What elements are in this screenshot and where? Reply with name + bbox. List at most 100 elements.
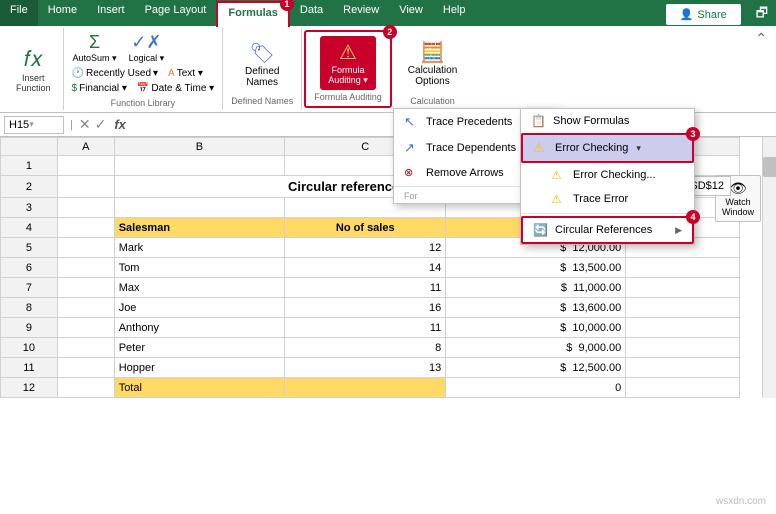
share-button[interactable]: 👤 Share [665,3,742,26]
clock-icon: 🕐 [72,68,84,79]
cell-sales-count[interactable]: 13 [285,358,446,378]
row-header: 11 [1,358,58,378]
cell-b1[interactable] [114,156,285,176]
row-header: 3 [1,198,58,218]
cell-salesman[interactable]: Anthony [114,318,285,338]
ribbon-tabs: File Home Insert Page Layout 1 Formulas … [0,0,776,26]
calculation-options-button[interactable]: 🧮 Calculation Options [402,32,463,94]
minimize-button[interactable]: 🗗 [748,0,776,26]
cell-salesman[interactable]: Hopper [114,358,285,378]
cell-total-value[interactable]: 0 [446,378,626,398]
cell-total-empty[interactable] [285,378,446,398]
ribbon-content: 𝑓𝑥 Insert Function Σ AutoSum ▾ ✓✗ Logica… [0,26,776,113]
row-col-header [1,138,58,156]
logical-button[interactable]: ✓✗ Logical ▾ [124,30,170,66]
text-button[interactable]: A Text ▾ [164,66,207,81]
table-row[interactable]: 10 Peter 8 $ 9,000.00 [1,338,740,358]
col-a-header[interactable]: A [57,138,114,156]
calendar-icon: 📅 [137,83,149,94]
formula-auditing-button[interactable]: ⚠ Formula Auditing ▾ [320,36,376,90]
cancel-button[interactable]: ✕ [79,116,91,133]
table-row[interactable]: 6 Tom 14 $ 13,500.00 [1,258,740,278]
table-row[interactable]: 12 Total 0 [1,378,740,398]
tab-file[interactable]: File [0,0,38,26]
cell-a2[interactable] [57,176,114,198]
confirm-button[interactable]: ✓ [95,116,107,133]
watermark: wsxdn.com [712,495,770,508]
cell-salesman[interactable]: Joe [114,298,285,318]
share-icon: 👤 [680,8,694,21]
show-formulas-item[interactable]: 📋 Show Formulas [521,109,694,133]
cell-total-label[interactable]: Total [114,378,285,398]
trace-error-item[interactable]: ⚠ Trace Error [521,187,694,211]
table-row[interactable]: 8 Joe 16 $ 13,600.00 [1,298,740,318]
date-time-button[interactable]: 📅 Date & Time ▾ [133,81,218,96]
remove-arrows-icon: ⊗ [404,166,420,179]
cell-salesman[interactable]: Tom [114,258,285,278]
defined-names-button[interactable]: 🏷 Defined Names [239,32,285,96]
cell-sales-count[interactable]: 8 [285,338,446,358]
tab-view[interactable]: View [389,0,433,26]
row-header: 12 [1,378,58,398]
cell-reference-box[interactable]: H15 ▾ [4,116,64,134]
row-header: 8 [1,298,58,318]
table-row[interactable]: 9 Anthony 11 $ 10,000.00 [1,318,740,338]
vertical-scrollbar[interactable] [762,137,776,398]
ribbon-group-calculation: 🧮 Calculation Options Calculation [394,28,471,110]
calculation-label: Calculation [410,96,455,106]
recently-used-button[interactable]: 🕐 Recently Used ▾ [68,66,163,81]
dollar-icon: $ [72,83,78,94]
col-b-header[interactable]: B [114,138,285,156]
cell-amount[interactable]: $ 9,000.00 [446,338,626,358]
ribbon-collapse-button[interactable]: ⌃ [750,28,772,49]
cell-sales-count[interactable]: 14 [285,258,446,278]
cell-salesman[interactable]: Peter [114,338,285,358]
formula-auditing-label: Formula Auditing [314,92,382,102]
cell-amount[interactable]: $ 12,500.00 [446,358,626,378]
cell-amount[interactable]: $ 10,000.00 [446,318,626,338]
cell-amount[interactable]: $ 13,600.00 [446,298,626,318]
cell-salesman[interactable]: Mark [114,238,285,258]
cell-amount[interactable]: $ 13,500.00 [446,258,626,278]
error-checking-item[interactable]: ⚠ Error Checking ▾ 3 [521,133,694,163]
row-header: 7 [1,278,58,298]
cell-a1[interactable] [57,156,114,176]
logical-icon: ✓✗ [131,32,161,53]
cell-sales-count[interactable]: 12 [285,238,446,258]
error-check-sub-icon: ⚠ [551,168,567,182]
tab-help[interactable]: Help [433,0,476,26]
sigma-icon: Σ [89,32,100,53]
tab-home[interactable]: Home [38,0,87,26]
cell-amount[interactable]: $ 11,000.00 [446,278,626,298]
show-formulas-icon: 📋 [531,114,547,128]
header-salesman: Salesman [114,218,285,238]
row-header: 9 [1,318,58,338]
table-row[interactable]: 7 Max 11 $ 11,000.00 [1,278,740,298]
names-icon: 🏷 [250,41,275,66]
trace-error-icon: ⚠ [551,192,567,206]
row-header: 10 [1,338,58,358]
tab-data[interactable]: Data [290,0,333,26]
tab-review[interactable]: Review [333,0,389,26]
cell-sales-count[interactable]: 11 [285,318,446,338]
table-row[interactable]: 11 Hopper 13 $ 12,500.00 [1,358,740,378]
tab-formulas[interactable]: 1 Formulas [216,1,290,27]
row-header: 5 [1,238,58,258]
error-check-icon: ⚠ [533,140,549,156]
financial-button[interactable]: $ Financial ▾ [68,81,131,96]
row-header: 4 [1,218,58,238]
circular-references-item[interactable]: 🔄 Circular References ▶ 4 [521,216,694,244]
ribbon-group-insert-function: 𝑓𝑥 Insert Function [4,28,64,110]
cell-sales-count[interactable]: 16 [285,298,446,318]
error-checking-sub-item[interactable]: ⚠ Error Checking... [521,163,694,187]
tab-insert[interactable]: Insert [87,0,135,26]
step4-badge: 4 [686,210,700,224]
row-header: 2 [1,176,58,198]
watch-icon: 👁 [729,180,747,197]
autosum-button[interactable]: Σ AutoSum ▾ [68,30,122,66]
cell-sales-count[interactable]: 11 [285,278,446,298]
tab-page-layout[interactable]: Page Layout [135,0,217,26]
cell-salesman[interactable]: Max [114,278,285,298]
insert-function-button[interactable]: 𝑓𝑥 Insert Function [10,43,57,96]
trace-precedents-icon: ↖ [404,114,420,130]
